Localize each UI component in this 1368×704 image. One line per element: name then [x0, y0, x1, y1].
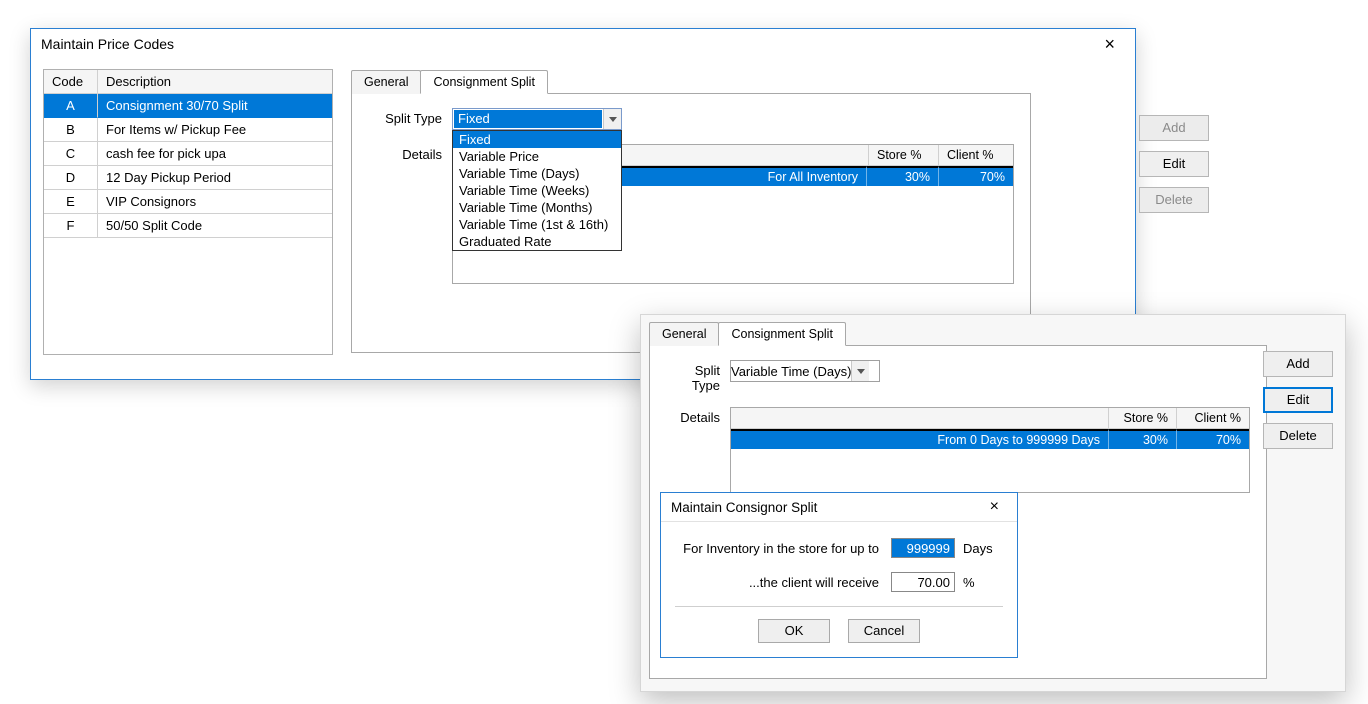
- dropdown-option[interactable]: Fixed: [453, 131, 621, 148]
- details-header-store: Store %: [1109, 408, 1177, 429]
- maintain-consignor-split-dialog: Maintain Consignor Split × For Inventory…: [660, 492, 1018, 658]
- secondary-panel: General Consignment Split Split Type Var…: [640, 314, 1346, 692]
- delete-button[interactable]: Delete: [1263, 423, 1333, 449]
- split-type-value: Variable Time (Days): [731, 364, 851, 379]
- details-header-blank: [731, 408, 1109, 429]
- split-type-value: Fixed: [454, 110, 602, 128]
- edit-button[interactable]: Edit: [1139, 151, 1209, 177]
- window-title: Maintain Price Codes: [41, 36, 174, 52]
- split-type-dropdown-list[interactable]: Fixed Variable Price Variable Time (Days…: [452, 130, 622, 251]
- ok-button[interactable]: OK: [758, 619, 830, 643]
- details-label: Details: [368, 144, 452, 162]
- titlebar: Maintain Price Codes ×: [31, 29, 1135, 59]
- table-row[interactable]: F 50/50 Split Code: [44, 214, 332, 238]
- divider: [675, 606, 1003, 607]
- cancel-button[interactable]: Cancel: [848, 619, 920, 643]
- details-header-store: Store %: [869, 145, 939, 166]
- close-icon[interactable]: ×: [980, 498, 1009, 516]
- dropdown-option[interactable]: Variable Time (Days): [453, 165, 621, 182]
- dialog-days-label: For Inventory in the store for up to: [675, 541, 883, 556]
- split-type-label: Split Type: [368, 108, 452, 126]
- dropdown-option[interactable]: Variable Time (Weeks): [453, 182, 621, 199]
- details-header-client: Client %: [1177, 408, 1249, 429]
- edit-button[interactable]: Edit: [1263, 387, 1333, 413]
- dialog-percent-label: ...the client will receive: [675, 575, 883, 590]
- add-button[interactable]: Add: [1263, 351, 1333, 377]
- dialog-title: Maintain Consignor Split: [671, 500, 817, 515]
- tab-general[interactable]: General: [351, 70, 421, 94]
- details-label: Details: [666, 407, 730, 425]
- codes-header-code: Code: [44, 70, 98, 94]
- table-row[interactable]: A Consignment 30/70 Split: [44, 94, 332, 118]
- tab-general[interactable]: General: [649, 322, 719, 346]
- chevron-down-icon[interactable]: [603, 109, 621, 129]
- codes-table[interactable]: Code Description A Consignment 30/70 Spl…: [43, 69, 333, 355]
- table-row[interactable]: E VIP Consignors: [44, 190, 332, 214]
- add-button[interactable]: Add: [1139, 115, 1209, 141]
- delete-button[interactable]: Delete: [1139, 187, 1209, 213]
- details-row[interactable]: From 0 Days to 999999 Days 30% 70%: [731, 429, 1249, 449]
- table-row[interactable]: D 12 Day Pickup Period: [44, 166, 332, 190]
- tab-panel: General Consignment Split Split Type Fix…: [351, 69, 1123, 355]
- split-type-label: Split Type: [666, 360, 730, 393]
- dropdown-option[interactable]: Variable Time (Months): [453, 199, 621, 216]
- tab-consignment-split[interactable]: Consignment Split: [718, 322, 845, 346]
- split-type-combo[interactable]: Variable Time (Days): [730, 360, 880, 382]
- codes-header-description: Description: [98, 70, 332, 94]
- dropdown-option[interactable]: Variable Price: [453, 148, 621, 165]
- dropdown-option[interactable]: Variable Time (1st & 16th): [453, 216, 621, 233]
- dropdown-option[interactable]: Graduated Rate: [453, 233, 621, 250]
- table-row[interactable]: C cash fee for pick upa: [44, 142, 332, 166]
- days-input[interactable]: [891, 538, 955, 558]
- table-row[interactable]: B For Items w/ Pickup Fee: [44, 118, 332, 142]
- chevron-down-icon[interactable]: [851, 361, 869, 381]
- split-type-combo[interactable]: Fixed Fixed Variable Price Variable Time…: [452, 108, 622, 130]
- percent-unit: %: [963, 575, 1003, 590]
- details-header-client: Client %: [939, 145, 1013, 166]
- close-icon[interactable]: ×: [1094, 35, 1125, 53]
- percent-input[interactable]: [891, 572, 955, 592]
- tab-consignment-split[interactable]: Consignment Split: [420, 70, 547, 94]
- details-grid[interactable]: Store % Client % From 0 Days to 999999 D…: [730, 407, 1250, 493]
- days-unit: Days: [963, 541, 1003, 556]
